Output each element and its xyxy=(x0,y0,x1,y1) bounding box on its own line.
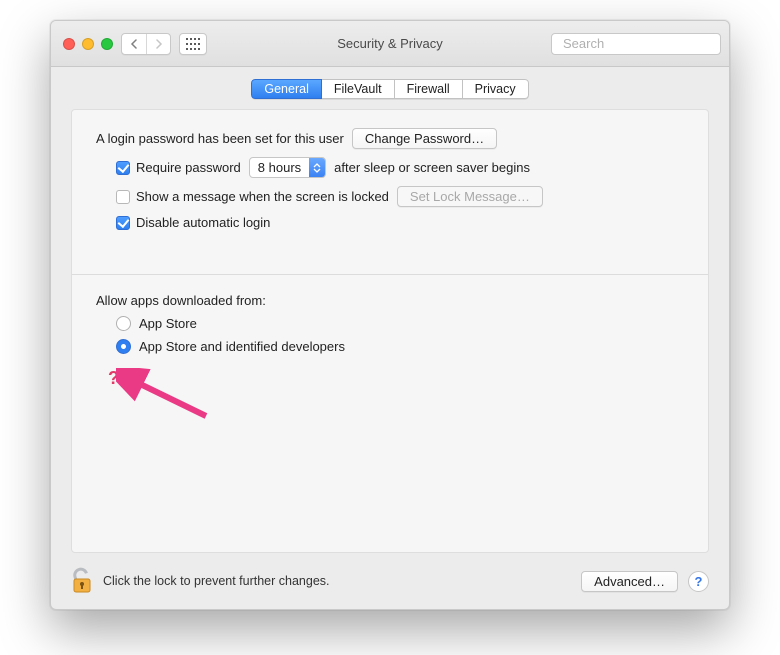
disable-auto-login-label: Disable automatic login xyxy=(136,215,270,230)
require-password-label-after: after sleep or screen saver begins xyxy=(334,160,530,175)
footer: Click the lock to prevent further change… xyxy=(51,553,729,609)
zoom-window-button[interactable] xyxy=(101,38,113,50)
nav-back-forward xyxy=(121,33,171,55)
prefs-window: Security & Privacy General FileVault Fir… xyxy=(50,20,730,610)
lock-icon[interactable] xyxy=(71,567,93,595)
disable-auto-login-row[interactable]: Disable automatic login xyxy=(116,215,270,230)
advanced-button[interactable]: Advanced… xyxy=(581,571,678,592)
gatekeeper-header: Allow apps downloaded from: xyxy=(96,293,684,308)
gatekeeper-radio-app-store[interactable] xyxy=(116,316,131,331)
require-password-checkbox[interactable] xyxy=(116,161,130,175)
show-message-checkbox[interactable] xyxy=(116,190,130,204)
require-password-delay-select[interactable]: 8 hours xyxy=(249,157,326,178)
lock-hint-text: Click the lock to prevent further change… xyxy=(103,574,330,588)
gatekeeper-option-identified[interactable]: App Store and identified developers xyxy=(116,339,684,354)
forward-button[interactable] xyxy=(146,34,170,54)
require-password-delay-value: 8 hours xyxy=(250,160,309,175)
require-password-row[interactable]: Require password xyxy=(116,160,241,175)
gatekeeper-label-identified: App Store and identified developers xyxy=(139,339,345,354)
tab-general[interactable]: General xyxy=(251,79,321,99)
minimize-window-button[interactable] xyxy=(82,38,94,50)
tab-privacy[interactable]: Privacy xyxy=(463,79,529,99)
divider xyxy=(72,274,708,275)
gatekeeper-radio-identified[interactable] xyxy=(116,339,131,354)
tab-firewall[interactable]: Firewall xyxy=(395,79,463,99)
set-lock-message-button: Set Lock Message… xyxy=(397,186,543,207)
annotation: ? xyxy=(108,362,684,422)
change-password-button[interactable]: Change Password… xyxy=(352,128,497,149)
traffic-lights xyxy=(59,38,113,50)
close-window-button[interactable] xyxy=(63,38,75,50)
select-stepper-icon xyxy=(309,158,325,177)
search-field[interactable] xyxy=(551,33,721,55)
content-pane: A login password has been set for this u… xyxy=(71,109,709,553)
show-message-row[interactable]: Show a message when the screen is locked xyxy=(116,189,389,204)
tabs: General FileVault Firewall Privacy xyxy=(51,67,729,99)
help-button[interactable]: ? xyxy=(688,571,709,592)
annotation-arrow-icon xyxy=(116,368,236,428)
titlebar: Security & Privacy xyxy=(51,21,729,67)
show-message-label: Show a message when the screen is locked xyxy=(136,189,389,204)
show-all-prefs-button[interactable] xyxy=(179,33,207,55)
tab-filevault[interactable]: FileVault xyxy=(322,79,395,99)
back-button[interactable] xyxy=(122,34,146,54)
gatekeeper-label-app-store: App Store xyxy=(139,316,197,331)
gatekeeper-option-app-store[interactable]: App Store xyxy=(116,316,684,331)
password-set-text: A login password has been set for this u… xyxy=(96,131,344,146)
require-password-label-before: Require password xyxy=(136,160,241,175)
search-input[interactable] xyxy=(563,36,730,51)
disable-auto-login-checkbox[interactable] xyxy=(116,216,130,230)
